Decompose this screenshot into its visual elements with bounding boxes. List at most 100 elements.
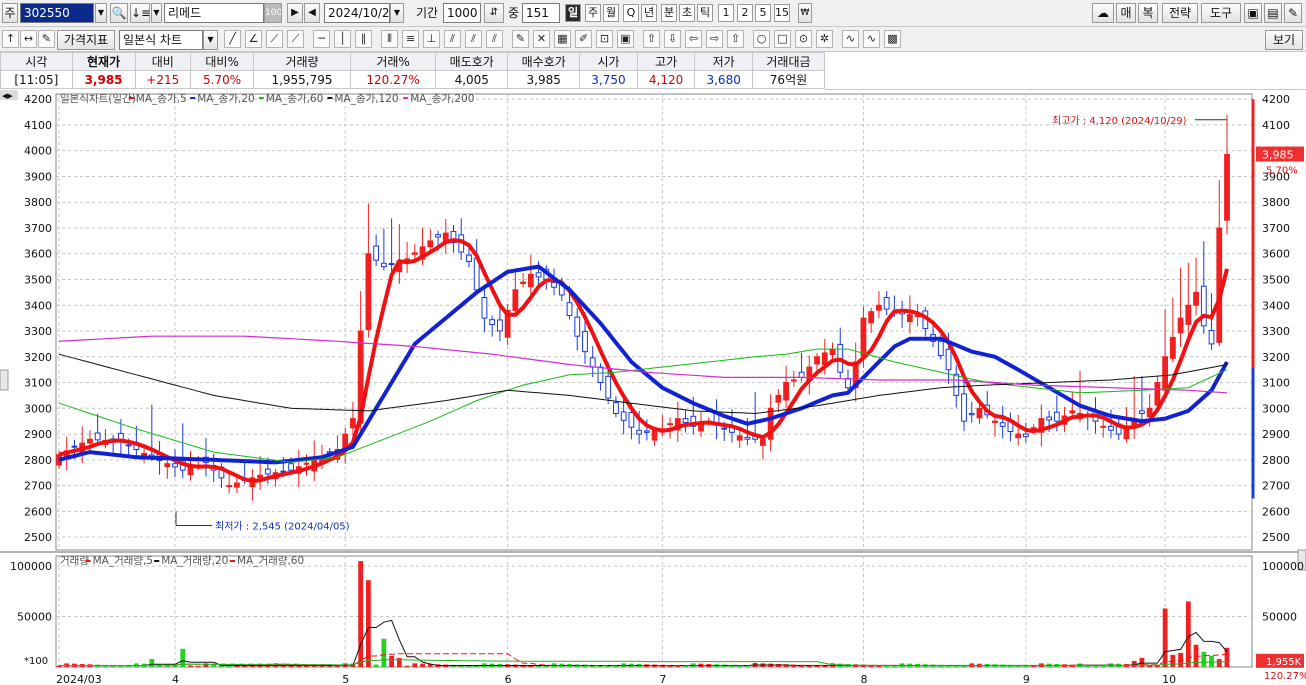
candle[interactable] [481,297,488,319]
strategy-button[interactable]: 전략 [1162,3,1198,23]
arrow-up-icon[interactable]: ↑ [2,30,19,48]
candle[interactable] [620,411,627,421]
parallel-icon[interactable]: ∥ [355,30,372,48]
vertical-line-icon[interactable]: │ [334,30,351,48]
interval-button-6[interactable]: 초 [679,4,695,22]
candle[interactable] [845,377,851,389]
candle[interactable] [721,427,728,430]
sort-dropdown-icon[interactable]: ▼ [151,3,162,23]
candle[interactable] [798,371,805,378]
volume-bar[interactable] [420,663,425,667]
interval-button-9[interactable]: 2 [737,4,753,22]
candle[interactable] [829,348,836,355]
horizontal-line-icon[interactable]: ─ [313,30,330,48]
volume-bar[interactable] [1100,665,1106,667]
candle[interactable] [1015,433,1022,439]
interval-button-7[interactable]: 틱 [697,4,713,22]
sort-icon[interactable]: ↓≡ [130,3,150,23]
candle[interactable] [365,253,372,330]
candle[interactable] [876,304,882,311]
candle[interactable] [961,393,967,422]
candle[interactable] [605,375,612,399]
candle[interactable] [226,485,233,488]
stock-code-input[interactable]: 302550 [20,3,94,23]
zoom-icon[interactable]: ⊙ [795,30,812,48]
candle[interactable] [1108,425,1114,431]
candle[interactable] [388,263,395,266]
candle[interactable] [435,234,441,238]
candle[interactable] [651,430,658,441]
candle[interactable] [257,474,264,479]
candle[interactable] [744,436,751,440]
candle[interactable] [164,463,171,468]
candle[interactable] [489,319,496,326]
candle[interactable] [411,252,418,255]
volume-bar[interactable] [1162,608,1168,667]
erase-icon[interactable]: ✕ [533,30,550,48]
candle[interactable] [1177,317,1184,334]
tools-button[interactable]: 도구 [1201,3,1241,23]
price-indicator-button[interactable]: 가격지표 [57,30,115,50]
candle[interactable] [1154,382,1161,406]
wave-icon[interactable]: ∿ [842,30,859,48]
candle[interactable] [945,348,952,371]
candle[interactable] [1100,425,1107,428]
candle[interactable] [566,302,573,317]
count-input[interactable]: 151 [522,3,560,23]
candle[interactable] [380,262,387,268]
volume-bar[interactable] [381,638,387,667]
candle[interactable] [682,418,689,423]
interval-button-1[interactable]: 주 [585,4,601,22]
volume-bar[interactable] [1209,655,1214,667]
candle[interactable] [520,281,527,285]
candle[interactable] [775,394,782,403]
volume-bar[interactable] [1201,651,1207,667]
period-input[interactable]: 1000 [443,3,481,23]
volume-bar[interactable] [358,561,364,667]
candle[interactable] [1162,356,1169,391]
candle[interactable] [597,366,604,384]
candle[interactable] [976,407,983,419]
candle[interactable] [187,467,194,476]
candle[interactable] [1224,154,1230,221]
candle[interactable] [303,462,310,465]
candle[interactable] [636,429,643,435]
candle[interactable] [582,331,588,353]
candle[interactable] [868,311,875,324]
volume-bar[interactable] [404,665,410,667]
volume-bar[interactable] [1224,647,1230,667]
pitchfork-icon[interactable]: ⟋ [287,30,304,48]
candle[interactable] [1169,336,1176,359]
candle[interactable] [628,412,635,428]
interval-button-0[interactable]: 일 [565,4,581,22]
candle[interactable] [350,418,356,429]
candle[interactable] [953,373,960,396]
up-arrow-icon[interactable]: ⇧ [643,30,660,48]
marker-icon[interactable]: ✐ [575,30,592,48]
candle[interactable] [1139,410,1145,414]
fan-icon[interactable]: ⟋ [266,30,283,48]
candle[interactable] [643,430,650,433]
fill-icon[interactable]: ▣ [617,30,634,48]
copy-button[interactable]: 복 [1138,3,1158,23]
candle[interactable] [883,297,890,310]
interval-button-4[interactable]: 년 [641,4,657,22]
candle[interactable] [1022,433,1029,438]
candle[interactable] [94,432,101,441]
candle[interactable] [125,444,132,447]
interval-button-2[interactable]: 월 [603,4,619,22]
angle-icon[interactable]: ∠ [245,30,262,48]
calendar-dropdown-icon[interactable]: ▼ [390,3,404,23]
arrows-horizontal-icon[interactable]: ↔ [20,30,37,48]
candle[interactable] [535,272,542,278]
candle[interactable] [1046,416,1052,421]
candle[interactable] [589,357,596,368]
buy-button[interactable]: 매 [1116,3,1136,23]
circle-icon[interactable]: ○ [753,30,770,48]
candle[interactable] [427,240,434,248]
candle[interactable] [821,352,828,366]
view-button[interactable]: 보기 [1265,30,1303,50]
candle[interactable] [497,319,503,332]
prev-date-button[interactable]: ◀ [304,3,320,23]
channel-icon[interactable]: ⫽ [444,30,461,48]
